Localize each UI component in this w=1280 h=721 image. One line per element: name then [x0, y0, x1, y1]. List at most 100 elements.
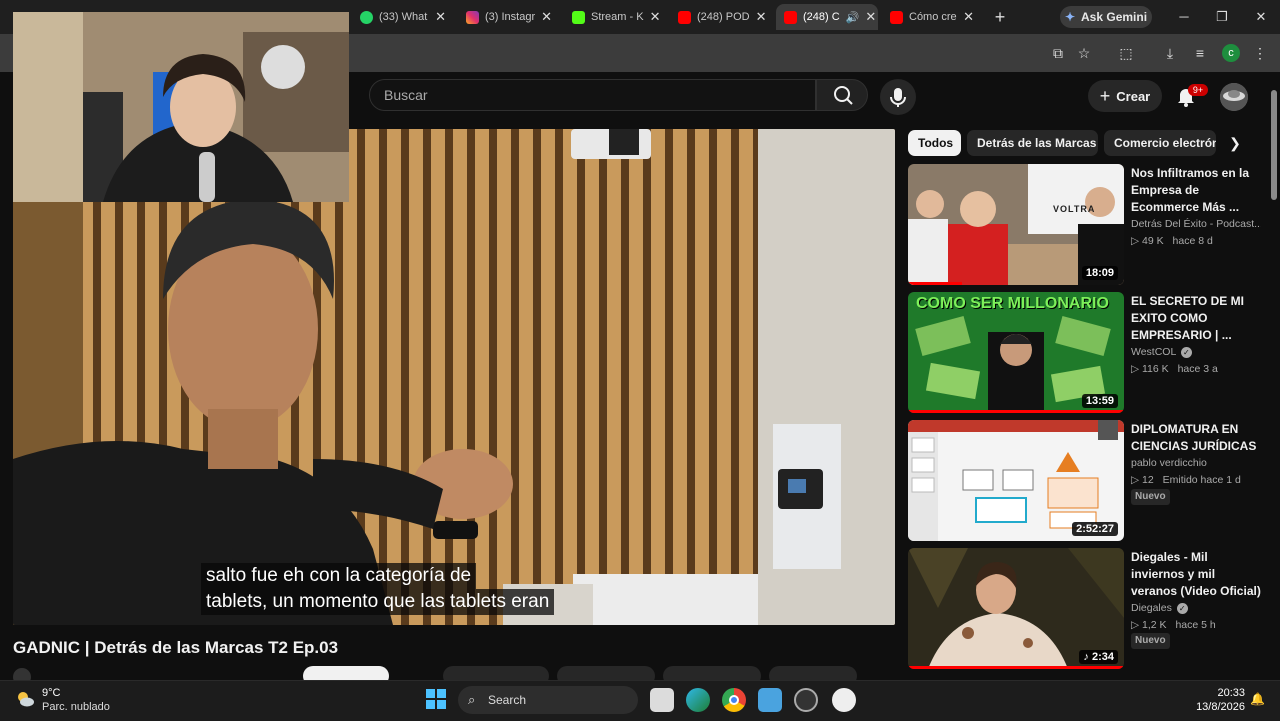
- notepad-icon[interactable]: [758, 688, 782, 712]
- close-window-icon[interactable]: ✕: [1249, 6, 1273, 28]
- edge-icon[interactable]: [686, 688, 710, 712]
- rec-meta: ▷ 116 K hace 3 a: [1131, 363, 1271, 375]
- maximize-icon[interactable]: ❐: [1210, 6, 1234, 28]
- rec-title[interactable]: Nos Infiltramos en la Empresa de Ecommer…: [1131, 165, 1261, 216]
- weather-icon[interactable]: [14, 688, 36, 710]
- close-icon[interactable]: ✕: [963, 9, 974, 25]
- watch-progress-bar: [908, 666, 1124, 669]
- chevron-right-icon[interactable]: ❯: [1224, 132, 1246, 154]
- cast-icon[interactable]: ⧉: [1048, 43, 1068, 63]
- thumbnail-overlay-text: VOLTRA: [1053, 204, 1096, 214]
- minimize-icon[interactable]: ─: [1172, 6, 1196, 28]
- download-icon[interactable]: ⤓: [1160, 43, 1180, 63]
- duration-badge: 2:52:27: [1072, 522, 1118, 536]
- create-button[interactable]: + Crear: [1088, 80, 1162, 112]
- close-icon[interactable]: ✕: [650, 9, 661, 25]
- rec-meta: ▷ 12 Emitido hace 1 d: [1131, 474, 1271, 486]
- rec-channel-name: WestCOL: [1131, 346, 1176, 358]
- search-icon: ⌕: [468, 692, 476, 707]
- save-button[interactable]: [769, 666, 857, 680]
- like-button[interactable]: [443, 666, 549, 680]
- chip-comercio[interactable]: Comercio electrón: [1104, 130, 1216, 156]
- close-icon[interactable]: ✕: [541, 9, 552, 25]
- windows-start-icon[interactable]: [425, 688, 447, 710]
- watch-progress-bar: [908, 282, 962, 285]
- task-view-icon[interactable]: [650, 688, 674, 712]
- caption-overlay: salto fue eh con la categoría de tablets…: [201, 563, 621, 615]
- tab-label: (248) C: [803, 11, 840, 23]
- webcam-frame: [13, 12, 349, 202]
- profile-avatar[interactable]: c: [1222, 44, 1240, 62]
- youtube-icon: [890, 10, 903, 24]
- tab-label: (248) POD: [697, 11, 750, 23]
- rec-title[interactable]: EL SECRETO DE MI EXITO COMO EMPRESARIO |…: [1131, 293, 1261, 344]
- app-icon[interactable]: [832, 688, 856, 712]
- rec-channel[interactable]: Detrás Del Éxito - Podcast...: [1131, 218, 1261, 230]
- tab-youtube-podcast[interactable]: (248) POD ✕: [670, 4, 772, 30]
- microphone-icon: [890, 88, 906, 107]
- caption-line-2: tablets, un momento que las tablets eran: [201, 589, 555, 615]
- extensions-icon[interactable]: ⬚: [1116, 43, 1136, 63]
- tab-label: (33) What: [379, 11, 428, 23]
- rec-channel[interactable]: Diegales ✓: [1131, 602, 1261, 614]
- rec-channel[interactable]: pablo verdicchio: [1131, 457, 1261, 469]
- music-note-icon: ♪: [1083, 651, 1089, 663]
- clock-time[interactable]: 20:33: [1199, 687, 1245, 699]
- tab-kick[interactable]: Stream - K ✕: [564, 4, 666, 30]
- voice-search-button[interactable]: [880, 79, 916, 115]
- share-button[interactable]: [557, 666, 655, 680]
- webcam-overlay: [13, 12, 349, 202]
- close-icon[interactable]: ✕: [435, 9, 446, 25]
- tab-instagram[interactable]: (3) Instagr ✕: [458, 4, 560, 30]
- watch-progress-bar: [908, 410, 1124, 413]
- search-input[interactable]: Buscar: [369, 79, 816, 111]
- obs-icon[interactable]: [794, 688, 818, 712]
- chip-todos[interactable]: Todos: [908, 130, 961, 156]
- verified-icon: ✓: [1180, 347, 1192, 358]
- kick-icon: [572, 10, 585, 24]
- tab-label: (3) Instagr: [485, 11, 536, 23]
- notification-count-badge: 9+: [1188, 84, 1208, 96]
- new-tab-button[interactable]: +: [990, 6, 1010, 28]
- taskbar-search[interactable]: ⌕ Search: [458, 686, 638, 714]
- rec-title[interactable]: Diegales - Mil inviernos y mil veranos (…: [1131, 549, 1261, 600]
- account-avatar[interactable]: [1220, 83, 1248, 111]
- rec-thumbnail[interactable]: ♪ 2:34: [908, 548, 1124, 669]
- rec-thumbnail[interactable]: 2:52:27: [908, 420, 1124, 541]
- rec-views: 116 K: [1142, 363, 1169, 375]
- weather-summary[interactable]: Parc. nublado: [42, 701, 110, 713]
- notifications-icon[interactable]: 🔔: [1250, 692, 1265, 706]
- duration-text: 2:34: [1091, 651, 1114, 663]
- channel-row-partial: [13, 664, 893, 680]
- reading-list-icon[interactable]: ≡: [1190, 43, 1210, 63]
- ask-gemini-label: Ask Gemini: [1081, 10, 1148, 24]
- channel-avatar[interactable]: [13, 668, 31, 680]
- rec-title[interactable]: DIPLOMATURA EN CIENCIAS JURÍDICAS: [1131, 421, 1261, 455]
- tab-youtube-como[interactable]: Cómo cre ✕: [882, 4, 982, 30]
- subscribe-button[interactable]: [303, 666, 389, 680]
- video-player[interactable]: [13, 129, 895, 625]
- chip-detras-de-las-marcas[interactable]: Detrás de las Marcas: [967, 130, 1098, 156]
- rec-thumbnail[interactable]: VOLTRA 18:09: [908, 164, 1124, 285]
- tab-label: Cómo cre: [909, 11, 957, 23]
- rec-thumbnail[interactable]: COMO SER MILLONARIO 13:59: [908, 292, 1124, 413]
- ask-gemini-button[interactable]: ✦ Ask Gemini: [1060, 6, 1152, 28]
- new-badge: Nuevo: [1131, 489, 1170, 505]
- menu-kebab-icon[interactable]: ⋮: [1250, 43, 1270, 63]
- tab-youtube-active[interactable]: (248) C 🔊 ✕: [776, 4, 878, 30]
- scrollbar-thumb[interactable]: [1271, 90, 1277, 200]
- windows-taskbar: [0, 680, 1280, 721]
- tab-whatsapp[interactable]: (33) What ✕: [352, 4, 454, 30]
- close-icon[interactable]: ✕: [756, 9, 767, 25]
- weather-temp[interactable]: 9°C: [42, 687, 60, 699]
- search-button[interactable]: [816, 79, 868, 111]
- close-icon[interactable]: ✕: [865, 9, 876, 25]
- clock-date[interactable]: 13/8/2026: [1185, 701, 1245, 713]
- create-label: Crear: [1116, 88, 1151, 104]
- speaker-icon[interactable]: 🔊: [846, 11, 860, 24]
- rec-channel[interactable]: WestCOL ✓: [1131, 346, 1261, 358]
- rec-age: Emitido hace 1 d: [1162, 474, 1241, 486]
- bookmark-star-icon[interactable]: ☆: [1074, 43, 1094, 63]
- thumbnail-overlay-text: COMO SER MILLONARIO: [916, 295, 1109, 312]
- download-button[interactable]: [663, 666, 761, 680]
